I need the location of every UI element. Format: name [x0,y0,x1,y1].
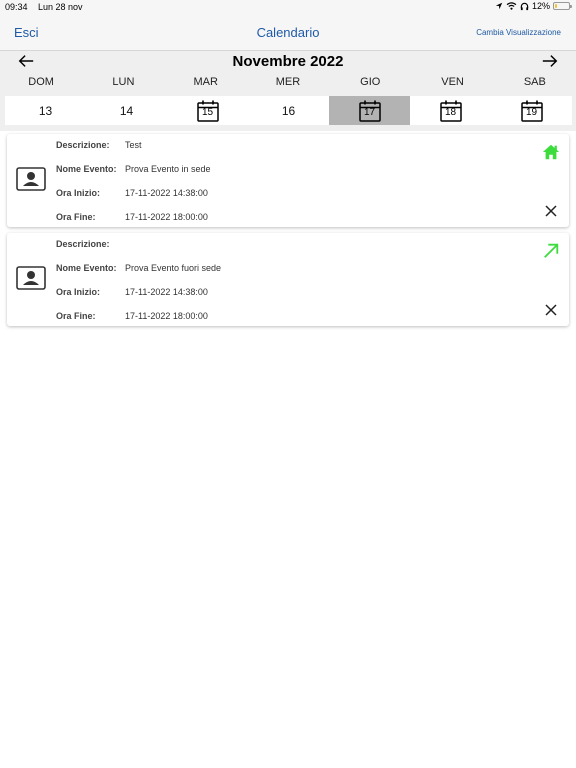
ora-inizio-label: Ora Inizio: [56,287,101,297]
nome-evento-row: Nome Evento: Prova Evento in sede [56,164,211,174]
month-row: Novembre 2022 [0,51,576,73]
calendar-event-icon: 17 [358,100,381,122]
ora-fine-label: Ora Fine: [56,212,96,222]
ora-inizio-row: Ora Inizio: 17-11-2022 14:38:00 [56,188,208,198]
ora-fine-value: 17-11-2022 18:00:00 [125,311,208,321]
day-cell-19[interactable]: 19 [491,96,572,125]
nome-evento-label: Nome Evento: [56,263,117,273]
close-icon[interactable] [545,304,557,316]
day-cell-16[interactable]: 16 [248,96,329,125]
day-number: 17 [363,106,376,118]
day-cell-13[interactable]: 13 [5,96,86,125]
day-cell-15[interactable]: 15 [167,96,248,125]
arrow-up-right-icon [542,242,560,260]
ora-inizio-value: 17-11-2022 14:38:00 [125,287,208,297]
nome-evento-value: Prova Evento fuori sede [125,263,222,273]
descrizione-label: Descrizione: [56,239,110,249]
event-card[interactable]: Descrizione: Test Nome Evento: Prova Evento… [7,134,569,227]
status-indicators: 12% [495,1,572,11]
cambia-visualizzazione-button[interactable]: Cambia Visualizzazione [476,28,561,37]
battery-percent: 12% [531,1,550,11]
day-number: 16 [281,103,296,118]
calendar-header: Novembre 2022 DOM LUN MAR MER GIO VEN SA… [0,51,576,131]
calendar-event-icon: 19 [520,100,543,122]
status-date: Lun 28 nov [38,2,83,12]
day-number: 18 [444,106,457,118]
battery-icon [553,2,572,10]
weekday-label: LUN [112,76,135,88]
nome-evento-row: Nome Evento: Prova Evento fuori sede [56,263,221,273]
weekday-label: MER [275,76,301,88]
calendar-event-icon: 15 [196,100,219,122]
contact-card-icon [16,167,46,191]
day-cell-14[interactable]: 14 [86,96,167,125]
month-title: Novembre 2022 [232,53,344,70]
weekday-label: GIO [360,76,381,88]
calendar-event-icon: 18 [439,100,462,122]
descrizione-row: Descrizione: Test [56,140,142,150]
status-bar: 09:34 Lun 28 nov 12% [0,0,576,16]
weekday-label: VEN [441,76,464,88]
contact-card-icon [16,266,46,290]
day-row: 13 14 15 16 17 18 19 [5,96,572,125]
nome-evento-label: Nome Evento: [56,164,117,174]
weekday-label: SAB [523,76,546,88]
weekday-row: DOM LUN MAR MER GIO VEN SAB [0,76,576,90]
home-icon [542,143,560,161]
ora-fine-row: Ora Fine: 17-11-2022 18:00:00 [56,311,208,321]
headphones-icon [520,2,529,10]
ora-inizio-value: 17-11-2022 14:38:00 [125,188,208,198]
day-cell-18[interactable]: 18 [410,96,491,125]
day-cell-17[interactable]: 17 [329,96,410,125]
event-card[interactable]: Descrizione: Nome Evento: Prova Evento fuo… [7,233,569,326]
weekday-label: DOM [28,76,54,88]
arrow-right-icon[interactable] [541,52,559,70]
close-icon[interactable] [545,205,557,217]
day-number: 14 [119,103,134,118]
weekday-label: MAR [193,76,218,88]
day-number: 15 [201,106,214,118]
nav-bar: Esci Calendario Cambia Visualizzazione [0,16,576,51]
day-number: 13 [38,103,53,118]
wifi-icon [506,2,517,10]
descrizione-value: Test [125,140,142,150]
ora-inizio-row: Ora Inizio: 17-11-2022 14:38:00 [56,287,208,297]
descrizione-row: Descrizione: [56,239,125,249]
descrizione-label: Descrizione: [56,140,110,150]
event-list: Descrizione: Test Nome Evento: Prova Evento… [7,134,569,332]
ora-fine-label: Ora Fine: [56,311,96,321]
status-time: 09:34 [5,2,28,12]
ora-inizio-label: Ora Inizio: [56,188,101,198]
day-number: 19 [525,106,538,118]
location-icon [495,2,503,10]
ora-fine-value: 17-11-2022 18:00:00 [125,212,208,222]
battery-fill [555,4,557,8]
ora-fine-row: Ora Fine: 17-11-2022 18:00:00 [56,212,208,222]
nome-evento-value: Prova Evento in sede [125,164,211,174]
